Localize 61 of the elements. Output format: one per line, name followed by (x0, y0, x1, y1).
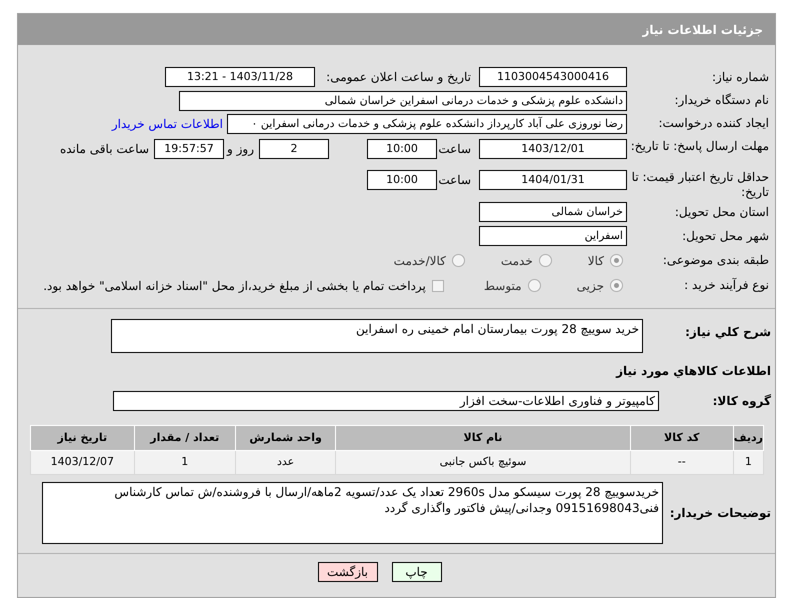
radio-button[interactable] (610, 279, 623, 292)
field-label: ساعت (437, 172, 471, 189)
table-cell: -- (630, 450, 734, 474)
option-label: خدمت (500, 252, 533, 270)
field-label: توضیحات خریدار: (668, 506, 771, 520)
input-field: 10:00 (367, 170, 437, 190)
checkbox[interactable] (432, 280, 444, 292)
input-field: 19:57:57 (154, 139, 224, 159)
input-field: رضا نوروزی علی آباد کارپرداز دانشکده علوم پزشکی و خدمات درمانی اسفراین ۰ (227, 114, 627, 134)
field-label: روز و (226, 141, 254, 158)
input-field: 1403/11/28 - 13:21 (165, 67, 315, 87)
back-button[interactable]: بازگشت (318, 562, 378, 582)
input-field: کامپیوتر و فناوری اطلاعات-سخت افزار (113, 391, 659, 411)
input-field: خراسان شمالی (479, 202, 627, 222)
column-header: تاریخ نیاز (30, 426, 134, 450)
print-button[interactable]: چاپ (392, 562, 442, 582)
field-label: شهر محل تحویل: (681, 228, 770, 244)
radio-button[interactable] (452, 254, 465, 267)
option-label: کالا/خدمت (394, 252, 446, 270)
field-label: حداقل تاریخ اعتبار قیمت: تا تاریخ: (630, 170, 770, 200)
field-label: تاریخ و ساعت اعلان عمومی: (325, 70, 471, 84)
input-field: 10:00 (367, 139, 437, 159)
text-area[interactable]: خریدسوییچ 28 پورت سیسکو مدل 2960s تعداد یک عدد/تسویه 2ماهه/ارسال با فروشنده/ش تماس کارشناس فنی09151698043 وجدانی/پیش فاکتور واگذاری گردد (42, 482, 663, 544)
field-label: ساعت باقی مانده (60, 141, 149, 158)
radio-button[interactable] (610, 254, 623, 267)
field-label: شرح کلي نياز: (684, 324, 771, 340)
input-field: 2 (259, 139, 329, 159)
option-label: متوسط (484, 278, 522, 294)
field-label: طبقه بندی موضوعی: (662, 253, 770, 268)
table-cell: سوئیچ باکس جانبی (336, 450, 630, 474)
input-field: اسفراین (479, 226, 627, 246)
input-field: 1403/12/01 (479, 139, 627, 159)
section-heading: اطلاعات کالاهاي مورد نياز (616, 363, 771, 380)
field-label: نوع فرآیند خرید : (683, 278, 770, 293)
table-cell: 1403/12/07 (30, 450, 134, 474)
option-label: جزیی (576, 278, 604, 294)
field-label: استان محل تحویل: (674, 204, 770, 220)
field-label: گروه کالا: (712, 394, 771, 408)
contact-link[interactable]: اطلاعات تماس خریدار (112, 114, 223, 132)
input-field: 1103004543000416 (479, 67, 627, 87)
field-label: ایجاد کننده درخواست: (657, 116, 770, 131)
table-cell: عدد (235, 450, 336, 474)
input-field: 1404/01/31 (479, 170, 627, 190)
input-field: دانشکده علوم پزشکی و خدمات درمانی اسفراین خراسان شمالی (179, 90, 627, 110)
field-label: مهلت ارسال پاسخ: تا تاریخ: (630, 139, 770, 154)
treasury-note: پرداخت تمام یا بخشی از مبلغ خرید،از محل "اسناد خزانه اسلامی" خواهد بود. (43, 278, 426, 294)
column-header: کد کالا (630, 426, 734, 450)
field-label: نام دستگاه خریدار: (674, 93, 770, 108)
radio-button[interactable] (538, 254, 552, 267)
page-title: جزئیات اطلاعات نیاز (642, 22, 763, 38)
column-header: ردیف (733, 426, 764, 450)
text-area[interactable]: خرید سوییچ 28 پورت بیمارستان امام خمینی ره اسفراین (111, 319, 643, 353)
option-label: کالا (588, 252, 604, 270)
radio-button[interactable] (528, 279, 541, 292)
table-cell: 1 (134, 450, 236, 474)
field-label: ساعت (437, 141, 471, 158)
field-label: شماره نیاز: (711, 70, 770, 84)
table-cell: 1 (733, 450, 764, 474)
column-header: نام کالا (336, 426, 630, 450)
column-header: واحد شمارش (235, 426, 336, 450)
column-header: تعداد / مقدار (134, 426, 236, 450)
